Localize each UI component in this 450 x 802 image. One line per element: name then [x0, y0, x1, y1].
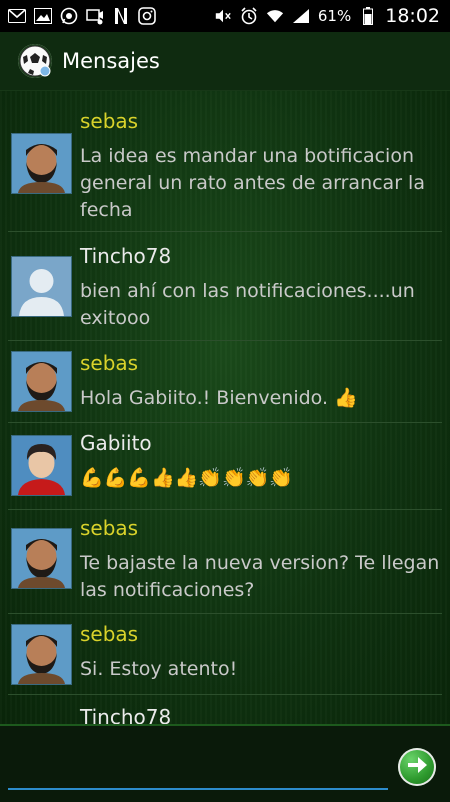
message-item[interactable]: sebas Si. Estoy atento!	[8, 614, 442, 695]
message-item[interactable]: Gabiito 💪💪💪👍👍👏👏👏👏	[8, 423, 442, 510]
app-logo-icon[interactable]	[18, 44, 52, 78]
battery-percent: 61%	[317, 7, 352, 25]
image-icon	[34, 7, 52, 25]
message-item[interactable]: sebas Hola Gabiito.! Bienvenido. 👍	[8, 341, 442, 423]
message-list[interactable]: sebas La idea es mandar una botificacion…	[0, 91, 450, 724]
instagram-icon	[138, 7, 156, 25]
gmail-icon	[8, 7, 26, 25]
message-text: 💪💪💪👍👍👏👏👏👏	[80, 467, 293, 489]
avatar[interactable]	[11, 624, 72, 685]
message-sender: sebas	[80, 351, 139, 375]
status-time: 18:02	[385, 5, 440, 27]
message-sender: Tincho78	[80, 244, 172, 268]
whatsapp-icon	[60, 7, 78, 25]
avatar[interactable]	[11, 133, 72, 194]
page-title: Mensajes	[62, 49, 160, 73]
avatar[interactable]	[11, 351, 72, 412]
message-composer	[0, 724, 450, 802]
message-item[interactable]: sebas La idea es mandar una botificacion…	[8, 91, 442, 232]
message-item[interactable]: Tincho78	[8, 695, 442, 724]
mute-icon	[214, 7, 232, 25]
send-button[interactable]	[398, 748, 436, 786]
message-sender: sebas	[80, 622, 139, 646]
avatar[interactable]	[11, 435, 72, 496]
message-text: Te bajaste la nueva version? Te llegan l…	[80, 552, 440, 601]
avatar[interactable]	[11, 528, 72, 589]
message-sender: sebas	[80, 109, 139, 133]
message-text: bien ahí con las notificaciones....un ex…	[80, 280, 415, 329]
message-text: Hola Gabiito.! Bienvenido. 👍	[80, 387, 358, 409]
arrow-right-icon	[404, 752, 430, 782]
status-right-icons: 61% 18:02	[214, 0, 440, 32]
message-sender: Tincho78	[80, 705, 172, 724]
video-notification-icon	[86, 7, 104, 25]
netflix-icon	[112, 7, 130, 25]
wifi-icon	[266, 7, 284, 25]
signal-icon	[292, 7, 310, 25]
battery-icon	[359, 7, 377, 25]
alarm-icon	[240, 7, 258, 25]
message-input[interactable]	[8, 750, 388, 790]
status-left-icons	[0, 7, 156, 25]
avatar[interactable]	[11, 256, 72, 317]
message-text: Si. Estoy atento!	[80, 658, 238, 680]
status-bar: 61% 18:02	[0, 0, 450, 32]
message-sender: sebas	[80, 516, 139, 540]
message-text: La idea es mandar una botificacion gener…	[80, 145, 425, 221]
message-item[interactable]: sebas Te bajaste la nueva version? Te ll…	[8, 510, 442, 614]
message-item[interactable]: Tincho78 bien ahí con las notificaciones…	[8, 232, 442, 341]
app-bar: Mensajes	[0, 32, 450, 91]
message-sender: Gabiito	[80, 431, 152, 455]
